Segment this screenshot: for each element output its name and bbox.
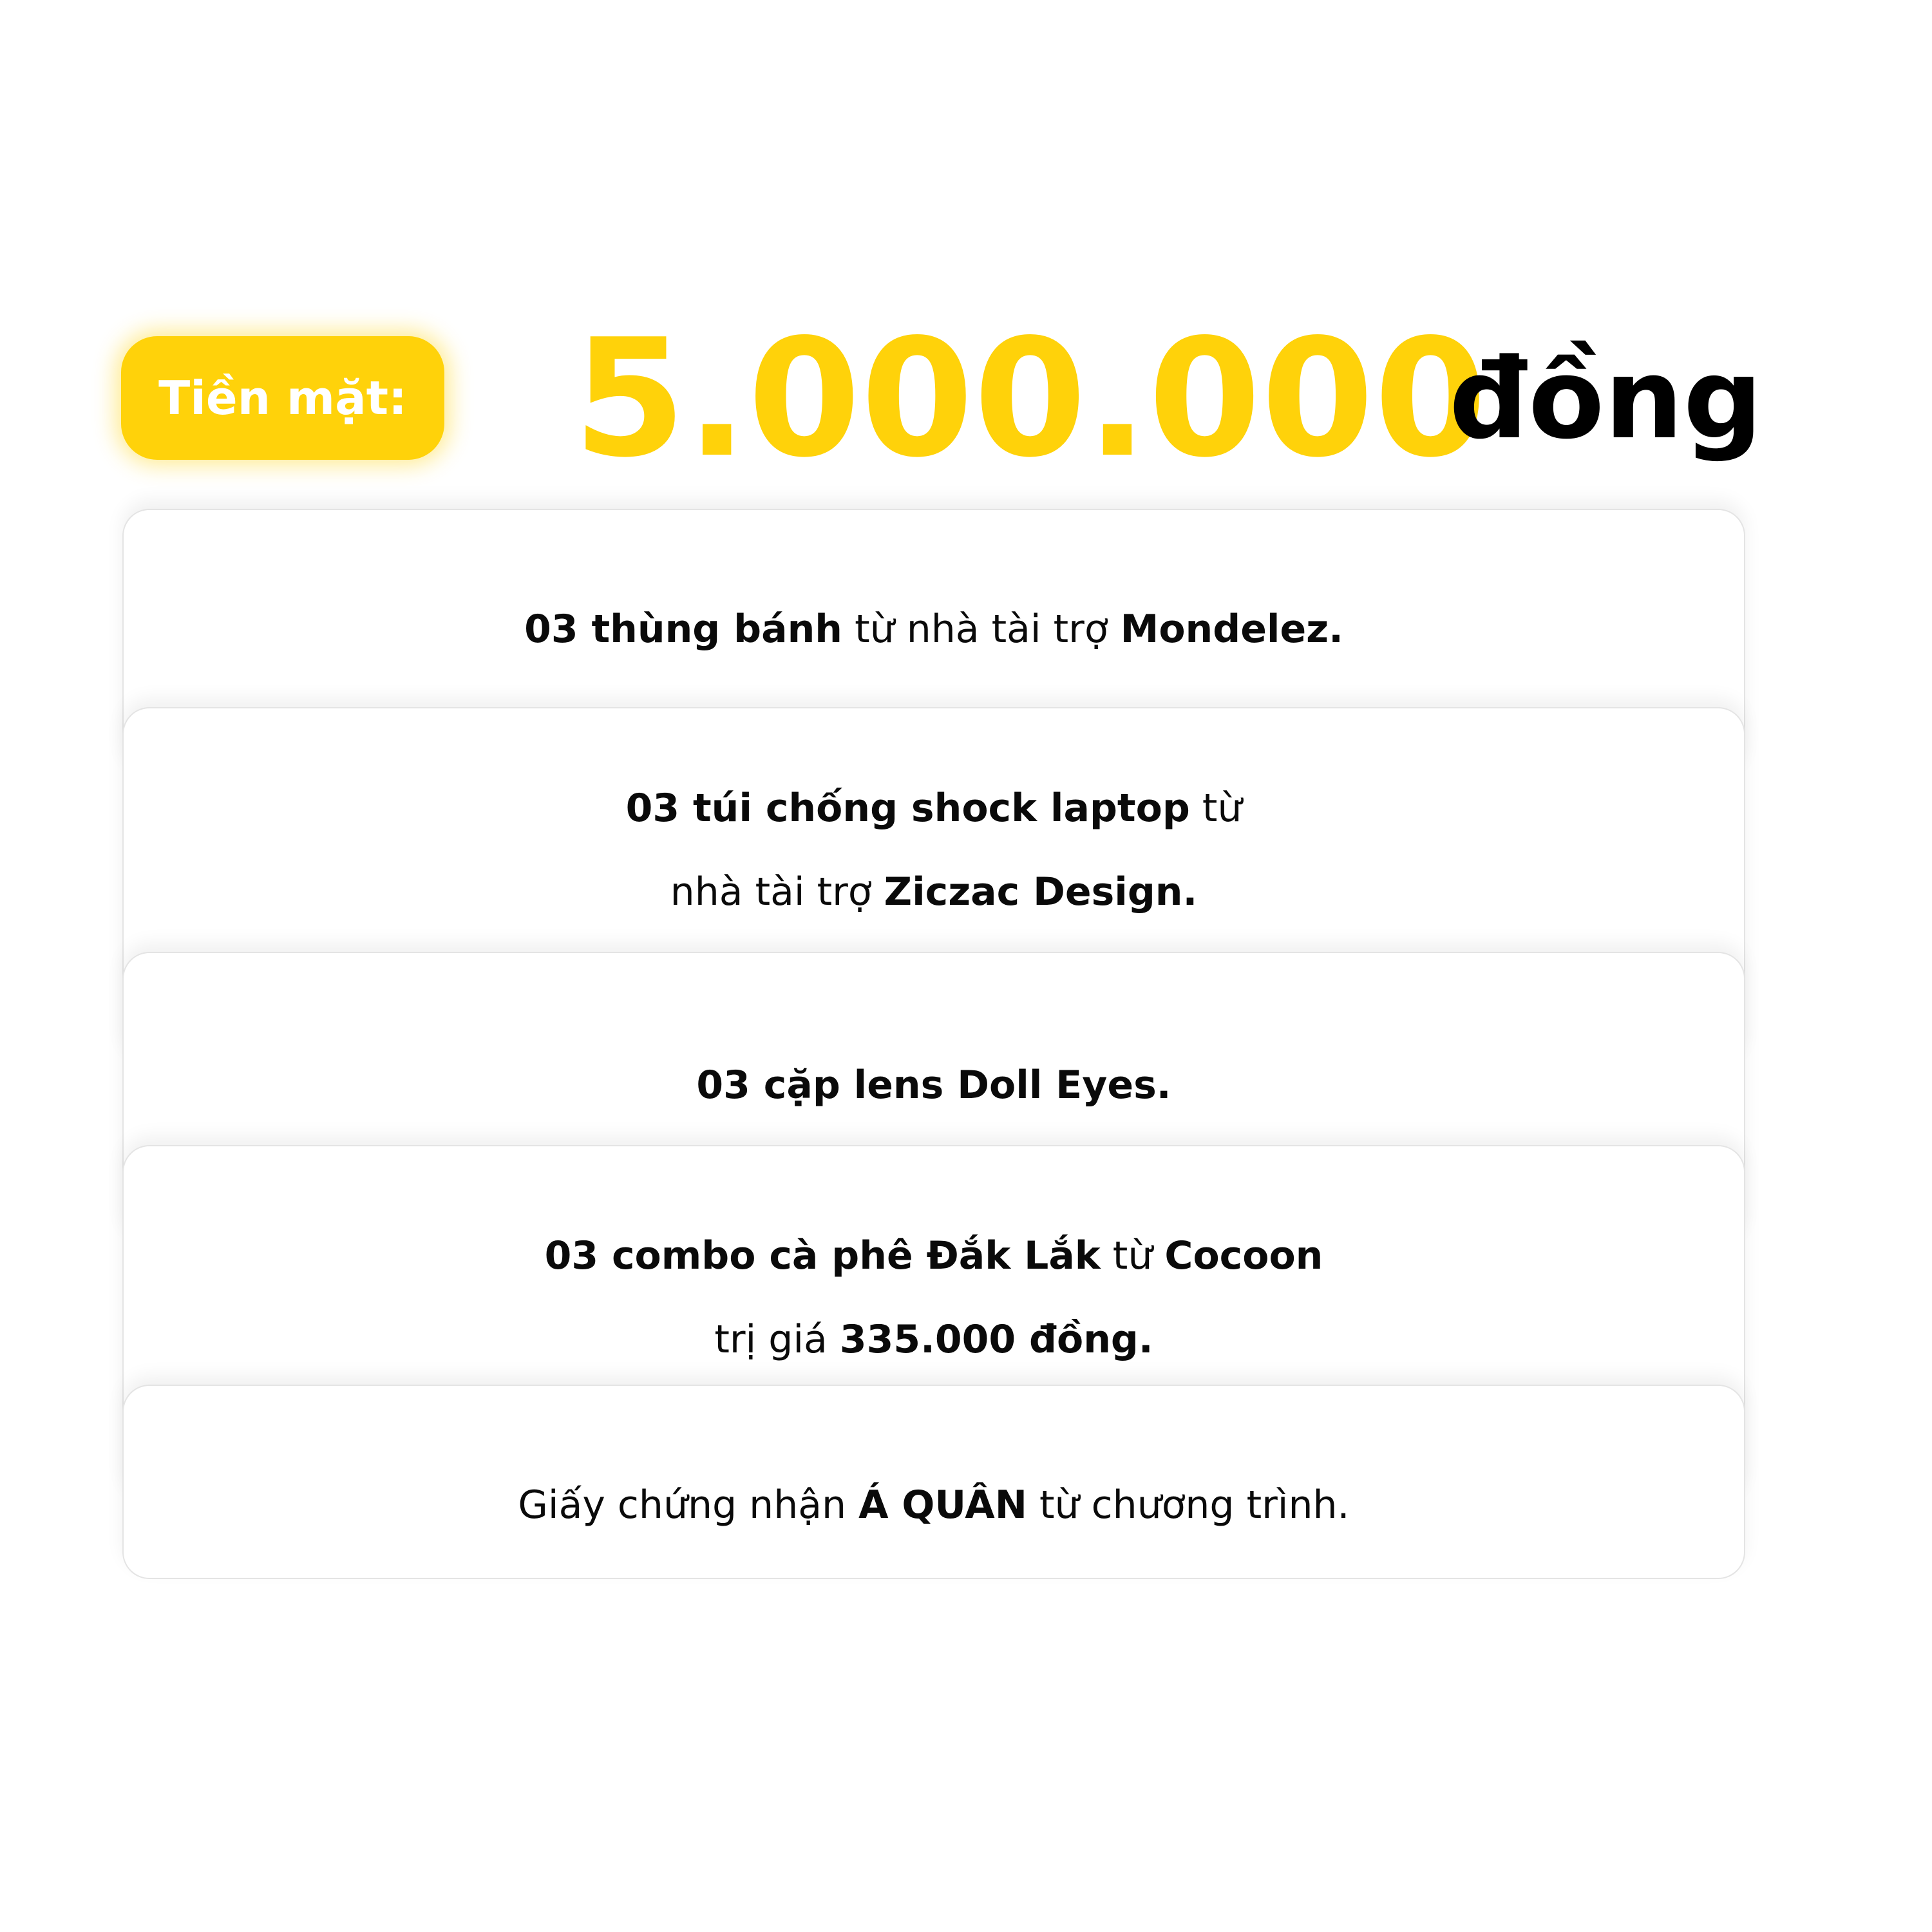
prize-line: 03 thùng bánh từ nhà tài trợ Mondelez. xyxy=(524,587,1343,671)
prize-card: Giấy chứng nhận Á QUÂN từ chương trình. xyxy=(122,1385,1745,1579)
cash-badge: Tiền mặt: xyxy=(121,336,444,460)
cash-badge-label: Tiền mặt: xyxy=(158,371,407,425)
cash-currency: đồng xyxy=(1449,334,1763,464)
cash-amount: 5.000.000 xyxy=(573,305,1487,493)
prize-text-bold: Mondelez. xyxy=(1120,607,1343,652)
prize-text-bold: Á QUÂN xyxy=(858,1482,1027,1528)
prize-text-bold: 03 combo cà phê Đắk Lắk xyxy=(544,1233,1101,1278)
prize-text: Giấy chứng nhận xyxy=(518,1482,859,1528)
prize-line: nhà tài trợ Ziczac Design. xyxy=(670,850,1198,934)
prize-text: từ nhà tài trợ xyxy=(842,607,1121,652)
prize-announcement: Tiền mặt: 5.000.000 đồng 03 thùng bánh t… xyxy=(0,0,1932,1932)
prize-line: 03 cặp lens Doll Eyes. xyxy=(696,1043,1171,1127)
prize-text-bold: 03 cặp lens Doll Eyes. xyxy=(696,1063,1171,1108)
prize-line: trị giá 335.000 đồng. xyxy=(714,1298,1153,1381)
prize-text: từ xyxy=(1100,1233,1165,1278)
prize-line: 03 túi chống shock laptop từ xyxy=(626,766,1242,850)
prize-line: Giấy chứng nhận Á QUÂN từ chương trình. xyxy=(518,1463,1349,1547)
prize-text-bold: Ziczac Design. xyxy=(884,869,1198,914)
prize-line: 03 combo cà phê Đắk Lắk từ Cocoon xyxy=(545,1214,1323,1298)
prize-text-bold: 03 thùng bánh xyxy=(524,607,843,652)
prize-text: từ xyxy=(1189,786,1242,831)
prize-list: 03 thùng bánh từ nhà tài trợ Mondelez. 0… xyxy=(122,509,1745,1579)
prize-text: trị giá xyxy=(714,1317,840,1362)
prize-text-bold: Cocoon xyxy=(1164,1233,1323,1278)
prize-text-bold: 03 túi chống shock laptop xyxy=(625,786,1190,831)
prize-text: nhà tài trợ xyxy=(670,869,884,914)
prize-text-bold: 335.000 đồng. xyxy=(839,1317,1153,1362)
prize-text: từ chương trình. xyxy=(1027,1482,1350,1528)
